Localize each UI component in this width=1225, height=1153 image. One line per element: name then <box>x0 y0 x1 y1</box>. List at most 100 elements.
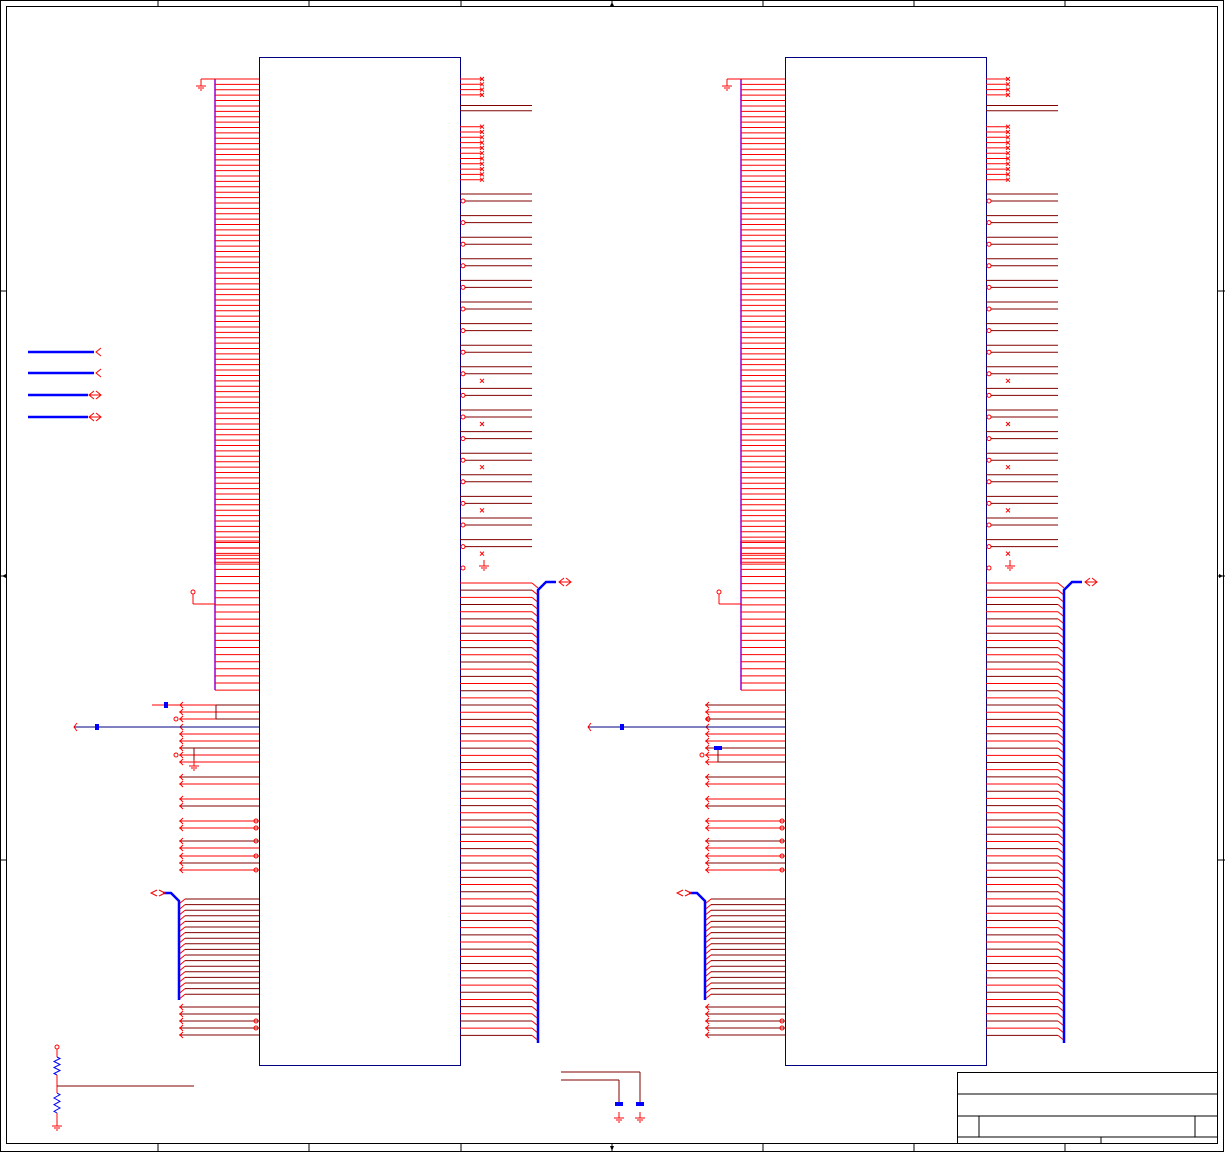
bus-port-icon <box>684 889 693 897</box>
capacitor-icon <box>164 702 168 708</box>
right-pin-group-top <box>460 76 532 183</box>
test-point-icon <box>716 589 722 595</box>
test-point-icon <box>460 457 466 463</box>
test-point-icon <box>460 522 466 528</box>
test-point-icon <box>986 457 992 463</box>
test-point-icon <box>460 198 466 204</box>
test-point-icon <box>986 392 992 398</box>
right-pin-group-mid <box>460 193 532 571</box>
center-arrow-top <box>610 2 614 6</box>
ground-icon <box>614 1112 624 1123</box>
bus-entry <box>531 582 539 589</box>
test-point-icon <box>986 241 992 247</box>
no-connect-icon <box>1005 551 1011 556</box>
test-point-icon <box>986 414 992 420</box>
sheet-frame <box>0 0 1225 1152</box>
off-sheet-ports <box>28 347 102 422</box>
left-bus-group <box>149 889 259 1039</box>
test-point-icon <box>699 752 705 758</box>
test-point-icon <box>986 479 992 485</box>
test-point-icon <box>460 306 466 312</box>
test-point-icon <box>986 198 992 204</box>
test-point-icon <box>460 436 466 442</box>
no-connect-icon <box>479 421 485 427</box>
test-point-icon <box>986 436 992 442</box>
test-point-icon <box>986 284 992 290</box>
test-point-icon <box>173 752 179 758</box>
center-arrow-bottom <box>610 1146 614 1151</box>
test-point-icon <box>460 349 466 355</box>
bus-line <box>536 580 556 1043</box>
right-data-bus <box>986 577 1098 1043</box>
left-pin-group-lower <box>716 540 785 691</box>
right-data-bus <box>460 577 572 1043</box>
ground-icon <box>1005 560 1015 571</box>
test-point-icon <box>54 1044 60 1050</box>
test-point-icon <box>173 716 179 722</box>
capacitor-icon <box>714 746 722 750</box>
test-point-icon <box>986 544 992 550</box>
ground-icon <box>479 560 489 571</box>
schematic-sheet <box>0 0 1225 1152</box>
ground-icon <box>52 1120 62 1131</box>
input-port-icon <box>95 368 102 378</box>
port-2 <box>28 368 102 378</box>
test-point-icon <box>190 589 196 595</box>
left-misc-pins <box>179 701 259 874</box>
test-point-icon <box>460 284 466 290</box>
test-point-icon <box>986 306 992 312</box>
bus-port-icon <box>158 889 167 897</box>
capacitor-icon <box>615 1102 623 1106</box>
left-pin-group-top <box>722 78 785 565</box>
no-connect-icon <box>1005 464 1011 470</box>
title-block <box>957 1072 1218 1144</box>
resistor-icon <box>52 1092 62 1114</box>
chip-body <box>785 57 987 1066</box>
no-connect-icon <box>479 551 485 556</box>
bus-port-icon <box>675 889 684 897</box>
left-misc-pins <box>705 701 785 874</box>
test-point-icon <box>460 500 466 506</box>
test-point-icon <box>986 565 992 571</box>
chips-layer <box>149 57 1098 1066</box>
no-connect-icon <box>1005 421 1011 427</box>
test-point-icon <box>460 371 466 377</box>
right-pin-group-mid <box>986 193 1058 571</box>
no-connect-icon <box>479 464 485 470</box>
right-pin-group-top <box>986 76 1058 183</box>
test-point-icon <box>460 241 466 247</box>
test-point-icon <box>460 220 466 226</box>
chip-u2 <box>675 57 1098 1066</box>
no-connect-icon <box>479 508 485 513</box>
test-point-icon <box>986 500 992 506</box>
no-connect-icon <box>479 378 485 384</box>
capacitor-icon <box>636 1102 644 1106</box>
test-point-icon <box>460 544 466 550</box>
test-point-icon <box>460 565 466 571</box>
test-point-icon <box>986 371 992 377</box>
left-pin-group-top <box>196 78 259 565</box>
resistor-icon <box>52 1056 62 1076</box>
test-point-icon <box>460 328 466 334</box>
test-point-icon <box>986 522 992 528</box>
test-point-icon <box>986 328 992 334</box>
center-arrow-right <box>1219 574 1223 578</box>
test-point-icon <box>986 349 992 355</box>
chip-body <box>259 57 461 1066</box>
port-3 <box>28 390 102 400</box>
bus-line <box>689 891 707 1000</box>
bus-port-icon <box>149 889 158 897</box>
bus-entry <box>1057 582 1065 589</box>
test-point-icon <box>460 479 466 485</box>
center-arrow-left <box>2 574 6 578</box>
port-4 <box>28 412 102 422</box>
bus-line <box>163 891 181 1000</box>
test-point-icon <box>460 414 466 420</box>
left-pin-group-lower <box>190 540 259 691</box>
ground-icon <box>635 1112 645 1123</box>
title-block-frame <box>957 1072 1218 1144</box>
test-point-icon <box>986 263 992 269</box>
left-bus-group <box>675 889 785 1039</box>
inner-border <box>6 6 1218 1144</box>
bus-line <box>1062 580 1082 1043</box>
